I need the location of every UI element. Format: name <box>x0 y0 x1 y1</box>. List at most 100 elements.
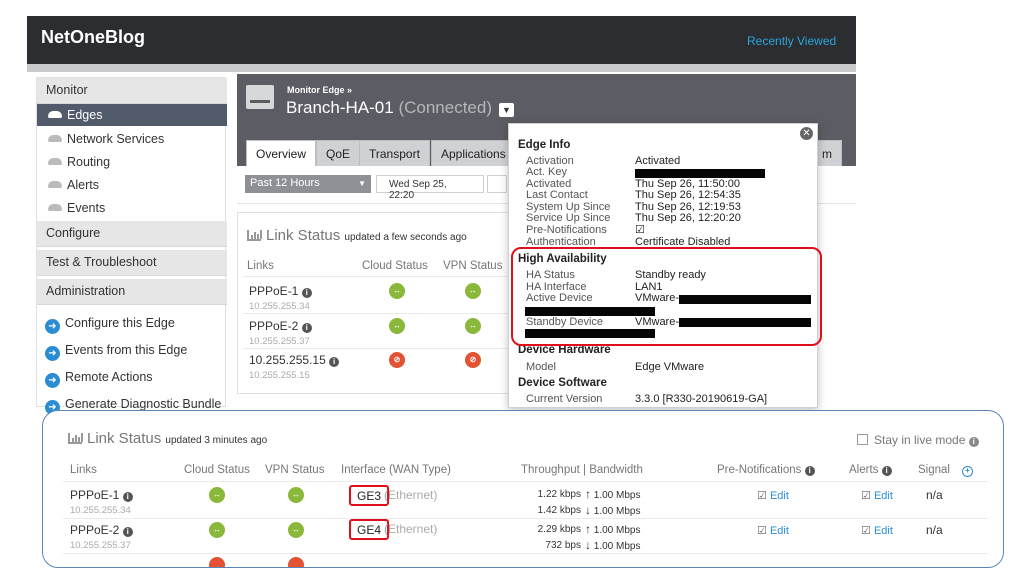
add-column-icon[interactable]: + <box>962 466 973 477</box>
link-name[interactable]: PPPoE-1 i <box>70 488 133 502</box>
close-icon[interactable]: ✕ <box>800 127 813 140</box>
col-links[interactable]: Links <box>70 464 97 476</box>
col-vpn-status[interactable]: VPN Status <box>265 464 324 476</box>
col-throughput[interactable]: Throughput | Bandwidth <box>521 464 643 476</box>
link-ip: 10.255.255.15 <box>249 370 310 381</box>
tab-applications[interactable]: Applications <box>431 140 516 166</box>
cloud-status-down-icon <box>209 557 225 567</box>
arrow-right-icon: ➜ <box>45 373 60 388</box>
info-icon[interactable]: i <box>301 288 312 298</box>
link-status-title: Link Status updated 3 minutes ago <box>68 430 267 447</box>
sidebar-section-monitor[interactable]: Monitor <box>37 78 227 104</box>
edge-dropdown-button[interactable]: ▼ <box>499 103 514 117</box>
link-name[interactable]: PPPoE-1 i <box>249 284 312 298</box>
bar-chart-icon <box>68 433 83 444</box>
bw-value: 1.00 Mbps <box>593 525 641 536</box>
col-pre-notifications[interactable]: Pre-Notifications i <box>717 464 815 476</box>
link-name[interactable]: 10.255.255.15 i <box>249 353 340 367</box>
pre-notifications-edit-link[interactable]: ☑ Edit <box>757 524 789 537</box>
vpn-status-ok-icon: ↔ <box>465 283 481 299</box>
col-signal[interactable]: Signal <box>918 464 950 476</box>
divider <box>63 553 988 554</box>
info-icon[interactable]: i <box>122 527 133 537</box>
sidebar-item-alerts[interactable]: Alerts <box>37 174 227 196</box>
vpn-status-down-icon <box>288 557 304 567</box>
edit-label: Edit <box>873 525 893 537</box>
signal-value: n/a <box>926 523 943 537</box>
col-alerts[interactable]: Alerts i <box>849 464 892 476</box>
sidebar-section-configure[interactable]: Configure <box>37 221 227 247</box>
link-name[interactable]: PPPoE-2 i <box>249 319 312 333</box>
tab-qoe[interactable]: QoE <box>316 140 361 166</box>
sidebar-item-label: Edges <box>67 108 103 122</box>
link-ip: 10.255.255.34 <box>70 505 131 516</box>
link-name[interactable]: PPPoE-2 i <box>70 523 133 537</box>
updated-text: updated 3 minutes ago <box>165 435 268 446</box>
action-label: Events from this Edge <box>65 343 188 357</box>
updated-text: updated a few seconds ago <box>344 232 467 243</box>
brand-logo[interactable]: NetOneBlog <box>41 27 145 48</box>
col-links[interactable]: Links <box>247 260 274 272</box>
info-key: Model <box>526 361 556 373</box>
edit-label: Edit <box>873 490 893 502</box>
sidebar-item-events[interactable]: Events <box>37 197 227 219</box>
vpn-status-ok-icon: ↔ <box>288 522 304 538</box>
col-cloud-status[interactable]: Cloud Status <box>362 260 428 272</box>
sidebar-section-administration[interactable]: Administration <box>37 279 227 305</box>
col-label: Alerts <box>849 464 879 476</box>
link-ip: 10.255.255.34 <box>249 301 310 312</box>
end-date-field[interactable] <box>487 175 507 193</box>
col-vpn-status[interactable]: VPN Status <box>443 260 502 272</box>
sidebar-section-test[interactable]: Test & Troubleshoot <box>37 250 227 276</box>
checkbox[interactable] <box>857 434 868 445</box>
link-ip: 10.255.255.37 <box>249 336 310 347</box>
link-name-text: PPPoE-1 <box>70 488 120 502</box>
arrow-up-icon: ↑ <box>585 487 591 501</box>
bw-value: 1.00 Mbps <box>593 490 641 501</box>
info-icon[interactable]: i <box>881 466 892 476</box>
sidebar-item-network-services[interactable]: Network Services <box>37 128 227 150</box>
arrow-down-icon: ↓ <box>585 503 591 517</box>
edit-icon: ☑ <box>861 490 871 502</box>
start-date-field[interactable]: Wed Sep 25, 22:20 <box>376 175 484 201</box>
bar-chart-icon <box>247 230 262 241</box>
info-icon[interactable]: i <box>329 357 340 367</box>
bandwidth-down: ↓ 1.00 Mbps <box>585 538 640 552</box>
tab-transport[interactable]: Transport <box>359 140 430 166</box>
chevron-down-icon: ▼ <box>358 179 366 188</box>
alerts-edit-link[interactable]: ☑ Edit <box>861 524 893 537</box>
edit-icon: ☑ <box>757 490 767 502</box>
sidebar-item-routing[interactable]: Routing <box>37 151 227 173</box>
divider <box>243 313 511 314</box>
col-cloud-status[interactable]: Cloud Status <box>184 464 250 476</box>
live-mode-label: Stay in live mode <box>874 433 966 447</box>
pre-notifications-edit-link[interactable]: ☑ Edit <box>757 489 789 502</box>
info-key: Service Up Since <box>526 212 611 224</box>
info-icon[interactable]: i <box>804 466 815 476</box>
alerts-edit-link[interactable]: ☑ Edit <box>861 489 893 502</box>
sidebar-item-edges[interactable]: Edges <box>37 104 227 126</box>
info-key: Last Contact <box>526 189 588 201</box>
live-mode-toggle[interactable]: Stay in live mode i <box>857 433 979 447</box>
info-icon[interactable]: i <box>301 323 312 333</box>
col-interface[interactable]: Interface (WAN Type) <box>341 464 451 476</box>
arrow-up-icon: ↑ <box>585 522 591 536</box>
info-icon[interactable]: i <box>122 492 133 502</box>
recently-viewed-link[interactable]: Recently Viewed <box>747 34 836 48</box>
throughput-up: 1.22 kbps <box>537 489 581 500</box>
edit-label: Edit <box>769 490 789 502</box>
cloud-icon <box>48 181 62 188</box>
info-icon[interactable]: i <box>968 437 979 447</box>
info-value: Edge VMware <box>635 361 705 373</box>
remote-actions-link[interactable]: ➜ Remote Actions <box>45 370 153 388</box>
info-key: Act. Key <box>526 166 567 178</box>
redaction-bar <box>635 169 765 178</box>
time-period-select[interactable]: Past 12 Hours ▼ <box>245 175 371 193</box>
divider <box>243 348 511 349</box>
edge-events-link[interactable]: ➜ Events from this Edge <box>45 343 187 361</box>
breadcrumb[interactable]: Monitor Edge » <box>287 85 352 95</box>
link-name-text: PPPoE-1 <box>249 284 299 298</box>
cloud-status-down-icon: ⊘ <box>389 352 405 368</box>
configure-edge-link[interactable]: ➜ Configure this Edge <box>45 316 175 334</box>
tab-overview[interactable]: Overview <box>246 140 317 166</box>
